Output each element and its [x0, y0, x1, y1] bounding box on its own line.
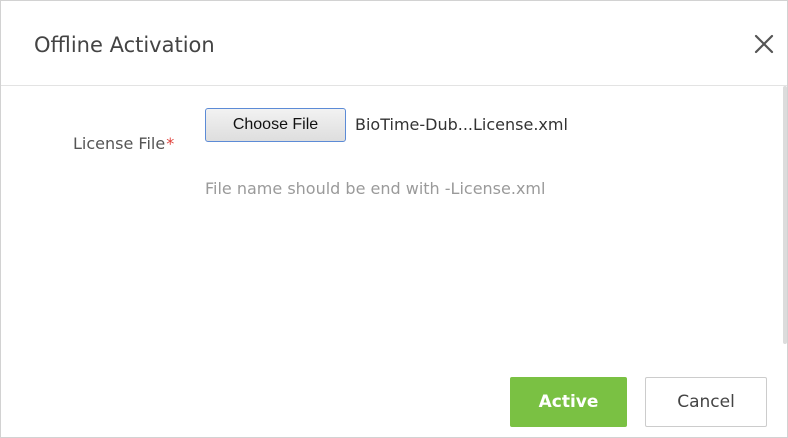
- required-marker: *: [166, 134, 175, 153]
- dialog-title: Offline Activation: [34, 33, 215, 57]
- content-scrollbar[interactable]: [783, 86, 787, 344]
- license-file-label-text: License File: [73, 134, 166, 153]
- offline-activation-dialog: Offline Activation License File* Choose …: [0, 0, 788, 438]
- cancel-button[interactable]: Cancel: [645, 377, 767, 427]
- file-name-hint: File name should be end with -License.xm…: [205, 179, 546, 198]
- dialog-header: Offline Activation: [1, 1, 787, 86]
- active-button[interactable]: Active: [510, 377, 627, 427]
- choose-file-button[interactable]: Choose File: [205, 108, 346, 142]
- selected-file-name: BioTime-Dub...License.xml: [355, 115, 568, 134]
- license-file-label: License File*: [73, 134, 174, 154]
- close-icon[interactable]: [751, 31, 777, 57]
